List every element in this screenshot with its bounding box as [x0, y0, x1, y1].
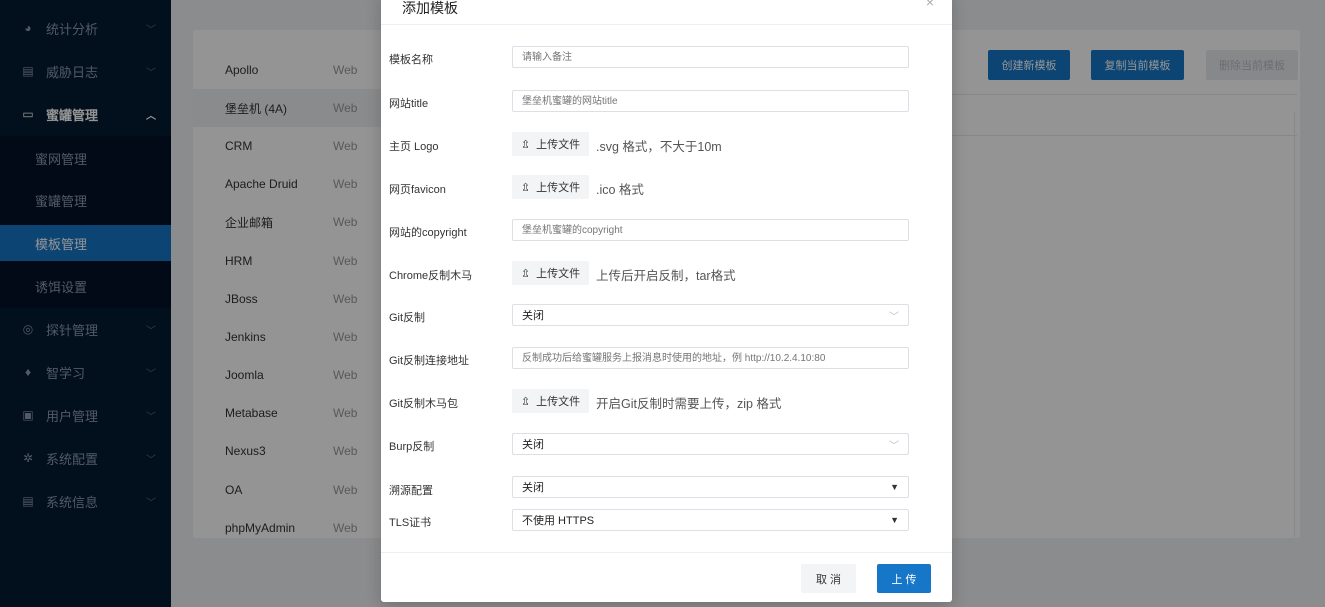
name-label: 模板名称: [389, 54, 433, 66]
favicon-label: 网页favicon: [389, 184, 446, 196]
logo-hint: .svg 格式，不大于10m: [596, 140, 722, 154]
logo-upload-button[interactable]: ⇫ 上传文件: [512, 132, 589, 156]
trace-select[interactable]: 关闭 ▼: [512, 476, 909, 498]
burp-label: Burp反制: [389, 441, 435, 453]
git-pkg-label: Git反制木马包: [389, 398, 459, 410]
copyright-label: 网站的copyright: [389, 227, 467, 239]
upload-label: 上传文件: [536, 396, 581, 408]
upload-label: 上传文件: [536, 182, 581, 194]
title-label: 网站title: [389, 98, 429, 110]
upload-icon: ⇫: [520, 138, 531, 151]
favicon-hint: .ico 格式: [596, 183, 644, 197]
select-value: 关闭: [522, 482, 544, 494]
chrome-hint: 上传后开启反制，tar格式: [596, 269, 736, 283]
caret-down-icon: ▼: [890, 515, 899, 525]
caret-down-icon: ▼: [890, 482, 899, 492]
upload-button[interactable]: 上 传: [877, 564, 931, 593]
chevron-down-icon: ﹀: [889, 311, 899, 323]
divider: [381, 24, 952, 25]
select-value: 关闭: [522, 439, 544, 451]
trace-label: 溯源配置: [389, 485, 433, 497]
logo-label: 主页 Logo: [389, 141, 439, 153]
git-label: Git反制: [389, 312, 426, 324]
chrome-label: Chrome反制木马: [389, 270, 473, 282]
upload-label: 上传文件: [536, 268, 581, 280]
git-addr-label: Git反制连接地址: [389, 355, 470, 367]
git-pkg-hint: 开启Git反制时需要上传，zip 格式: [596, 397, 782, 411]
copyright-input[interactable]: [512, 219, 909, 241]
modal-title: 添加模板: [402, 0, 458, 16]
select-value: 不使用 HTTPS: [522, 515, 595, 527]
git-pkg-upload-button[interactable]: ⇫ 上传文件: [512, 389, 589, 413]
chrome-upload-button[interactable]: ⇫ 上传文件: [512, 261, 589, 285]
burp-select[interactable]: 关闭 ﹀: [512, 433, 909, 455]
upload-label: 上传文件: [536, 139, 581, 151]
upload-icon: ⇫: [520, 395, 531, 408]
upload-icon: ⇫: [520, 181, 531, 194]
cancel-button[interactable]: 取 消: [801, 564, 856, 593]
git-select[interactable]: 关闭 ﹀: [512, 304, 909, 326]
close-icon[interactable]: ×: [926, 0, 934, 10]
tls-label: TLS证书: [389, 517, 432, 529]
add-template-modal: 添加模板 × 模板名称 网站title 主页 Logo ⇫ 上传文件 .svg …: [381, 0, 952, 602]
chevron-down-icon: ﹀: [889, 440, 899, 452]
upload-icon: ⇫: [520, 267, 531, 280]
git-addr-input[interactable]: [512, 347, 909, 369]
favicon-upload-button[interactable]: ⇫ 上传文件: [512, 175, 589, 199]
select-value: 关闭: [522, 310, 544, 322]
divider: [381, 552, 952, 553]
template-name-input[interactable]: [512, 46, 909, 68]
tls-select[interactable]: 不使用 HTTPS ▼: [512, 509, 909, 531]
site-title-input[interactable]: [512, 90, 909, 112]
